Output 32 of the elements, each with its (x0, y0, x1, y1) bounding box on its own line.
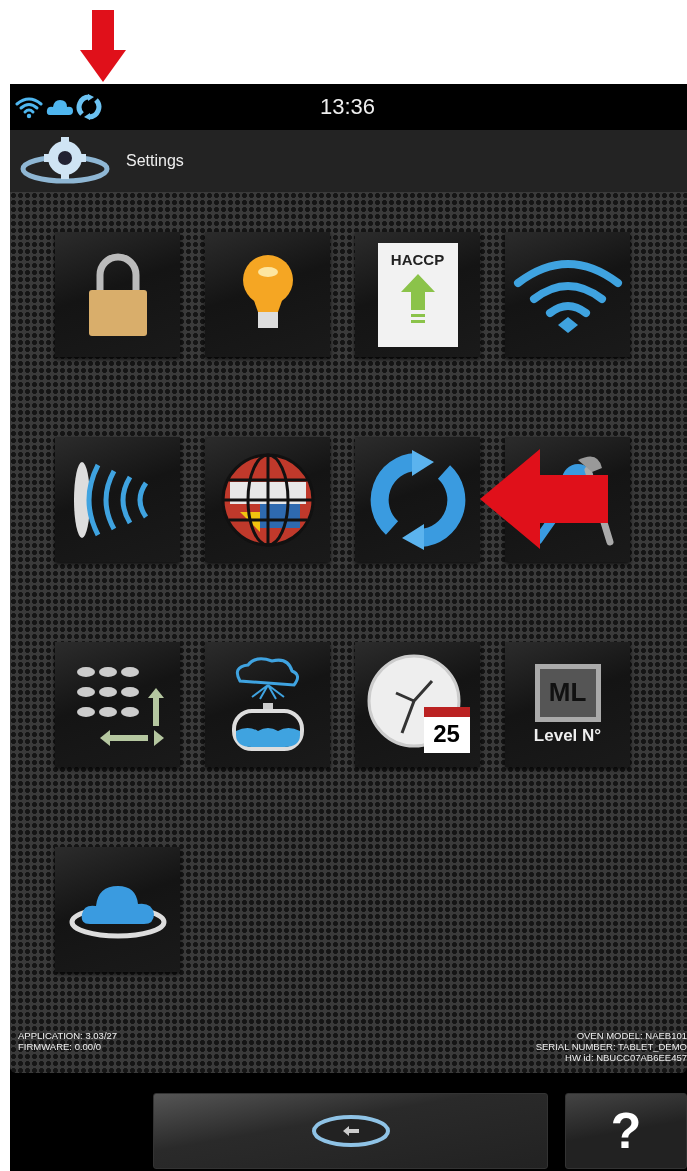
annotation-arrow (80, 10, 126, 82)
cloud-icon (46, 97, 74, 117)
settings-tile[interactable] (55, 642, 180, 767)
settings-tile[interactable]: 25 (355, 642, 480, 767)
info-text: OVEN MODEL: NAEB101 (576, 1030, 687, 1041)
tile-label: Level N° (533, 725, 602, 746)
info-text: APPLICATION: 3.03/27 (18, 1030, 118, 1041)
upload-arrow-icon (400, 273, 435, 324)
calendar-day: 25 (433, 716, 460, 751)
info-text: FIRMWARE: 0.00/0 (18, 1041, 103, 1052)
wifi-icon (14, 95, 44, 119)
info-text: HW id: NBUCC07AB6EE457 (565, 1052, 687, 1063)
back-button[interactable] (153, 1093, 548, 1169)
settings-tile[interactable] (205, 437, 330, 562)
settings-tile[interactable]: HACCP (355, 232, 480, 357)
settings-tile[interactable] (205, 642, 330, 767)
logo-text: ML (548, 677, 587, 708)
help-button[interactable]: ? (565, 1093, 687, 1169)
settings-tile[interactable] (55, 847, 180, 972)
settings-tile[interactable] (55, 437, 180, 562)
sync-icon (76, 94, 102, 120)
screen-title: Settings (126, 152, 184, 170)
globe-icon (219, 451, 316, 548)
gear-icon (20, 136, 110, 186)
settings-tile[interactable] (355, 437, 480, 562)
document-label: HACCP (390, 250, 445, 268)
settings-tile[interactable] (205, 232, 330, 357)
settings-tile[interactable] (505, 232, 630, 357)
info-text: SERIAL NUMBER: TABLET_DEMO (535, 1041, 687, 1052)
clock-time: 13:36 (320, 94, 376, 120)
settings-tile[interactable]: ML Level N° (505, 642, 630, 767)
settings-tile[interactable] (55, 232, 180, 357)
